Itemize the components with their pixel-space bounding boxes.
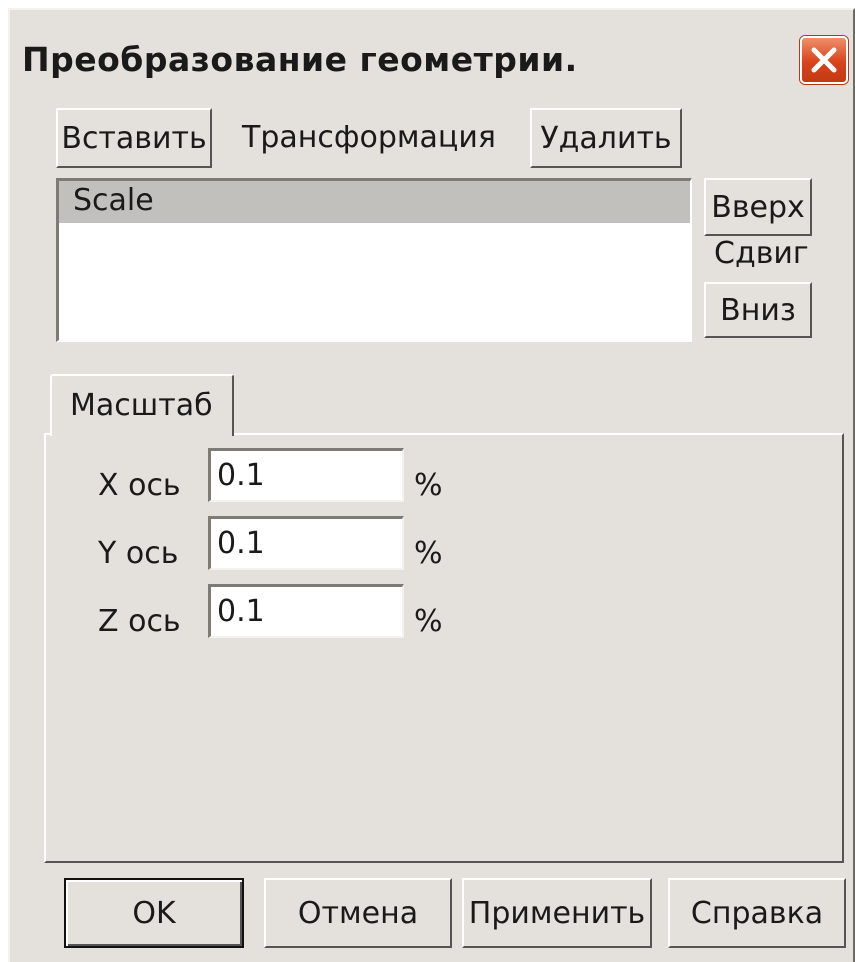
shift-label: Сдвиг xyxy=(714,236,809,271)
x-percent-label: % xyxy=(414,468,443,503)
move-down-button[interactable]: Вниз xyxy=(704,282,812,338)
y-axis-label: Y ось xyxy=(98,536,179,571)
z-axis-label: Z ось xyxy=(98,604,181,639)
ok-button[interactable]: OK xyxy=(64,878,244,948)
dialog-title: Преобразование геометрии. xyxy=(22,40,578,79)
y-percent-label: % xyxy=(414,536,443,571)
z-axis-field[interactable] xyxy=(208,584,404,638)
move-up-button[interactable]: Вверх xyxy=(704,178,812,236)
y-axis-field[interactable] xyxy=(208,516,404,570)
close-icon xyxy=(811,47,837,73)
tab-label: Масштаб xyxy=(70,388,213,423)
x-axis-label: X ось xyxy=(98,468,181,503)
z-percent-label: % xyxy=(414,604,443,639)
x-axis-field[interactable] xyxy=(208,448,404,502)
insert-button[interactable]: Вставить xyxy=(56,108,212,168)
transform-label: Трансформация xyxy=(242,120,496,155)
delete-button[interactable]: Удалить xyxy=(530,108,682,168)
dialog-window: Преобразование геометрии. Вставить Транс… xyxy=(8,8,855,962)
transform-list[interactable]: Scale xyxy=(56,178,692,342)
apply-button[interactable]: Применить xyxy=(462,878,652,948)
tab-scale[interactable]: Масштаб xyxy=(50,374,234,436)
close-button[interactable] xyxy=(800,36,848,84)
title-bar[interactable]: Преобразование геометрии. xyxy=(10,10,853,88)
list-item-selected[interactable]: Scale xyxy=(59,181,690,223)
cancel-button[interactable]: Отмена xyxy=(264,878,452,948)
help-button[interactable]: Справка xyxy=(668,878,846,948)
